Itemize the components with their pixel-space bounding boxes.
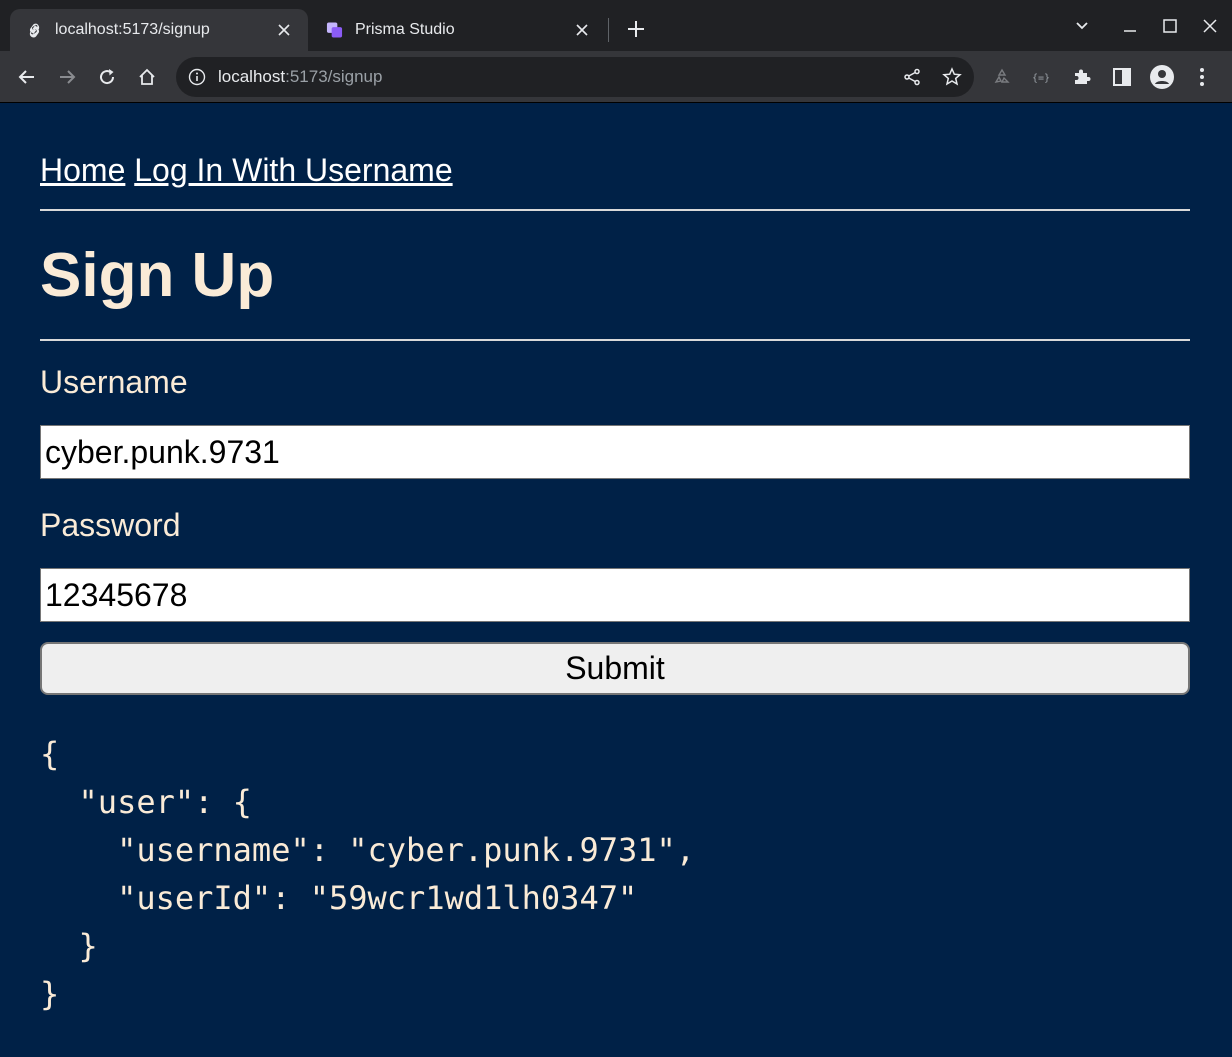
tab-separator	[608, 18, 609, 42]
url-text: localhost:5173/signup	[218, 67, 382, 87]
json-line: "userId": "59wcr1wd1lh0347"	[40, 879, 638, 917]
tab-prisma-studio[interactable]: Prisma Studio	[310, 9, 606, 51]
recycle-extension-icon[interactable]	[989, 64, 1015, 90]
menu-kebab-icon[interactable]	[1189, 64, 1215, 90]
share-icon[interactable]	[900, 65, 924, 89]
json-output: { "user": { "username": "cyber.punk.9731…	[40, 730, 695, 1018]
username-input[interactable]	[40, 425, 1190, 479]
tab-strip: localhost:5173/signup Prisma Studio	[0, 0, 1232, 51]
svg-text:{=}: {=}	[1032, 73, 1050, 84]
url-path: :5173/signup	[285, 67, 383, 86]
json-line: "user": {	[40, 783, 252, 821]
url-host: localhost	[218, 67, 286, 86]
tab-search-icon[interactable]	[1064, 12, 1100, 40]
bookmark-star-icon[interactable]	[940, 65, 964, 89]
divider	[40, 209, 1190, 211]
address-bar[interactable]: localhost:5173/signup	[176, 57, 974, 97]
site-info-icon[interactable]	[188, 68, 206, 86]
submit-button[interactable]: Submit	[40, 642, 1190, 695]
json-line: "username": "cyber.punk.9731",	[40, 831, 696, 869]
page-title: Sign Up	[40, 241, 275, 310]
tab-title: Prisma Studio	[355, 21, 455, 38]
divider	[40, 339, 1190, 341]
top-nav: Home Log In With Username	[40, 152, 453, 189]
new-tab-button[interactable]	[622, 15, 650, 43]
home-link[interactable]: Home	[40, 152, 125, 188]
profile-avatar-icon[interactable]	[1149, 64, 1175, 90]
close-window-icon[interactable]	[1192, 12, 1228, 40]
json-extension-icon[interactable]: {=}	[1029, 64, 1055, 90]
home-icon[interactable]	[131, 61, 163, 93]
minimize-icon[interactable]	[1112, 12, 1148, 40]
password-label: Password	[40, 507, 181, 543]
browser-toolbar: localhost:5173/signup {=}	[0, 51, 1232, 103]
tab-title: localhost:5173/signup	[55, 21, 210, 38]
tab-signup[interactable]: localhost:5173/signup	[10, 9, 308, 51]
login-username-link[interactable]: Log In With Username	[134, 152, 452, 188]
json-line: {	[40, 735, 60, 773]
svelte-icon	[26, 22, 43, 39]
back-icon[interactable]	[11, 61, 43, 93]
maximize-icon[interactable]	[1152, 12, 1188, 40]
side-panel-icon[interactable]	[1109, 64, 1135, 90]
json-line: }	[40, 975, 60, 1013]
forward-icon[interactable]	[51, 61, 83, 93]
reload-icon[interactable]	[91, 61, 123, 93]
extensions-puzzle-icon[interactable]	[1069, 64, 1095, 90]
username-label: Username	[40, 364, 188, 400]
json-line: }	[40, 927, 98, 965]
prisma-icon	[326, 22, 343, 39]
close-tab-icon[interactable]	[572, 20, 592, 40]
password-input[interactable]	[40, 568, 1190, 622]
close-tab-icon[interactable]	[274, 20, 294, 40]
